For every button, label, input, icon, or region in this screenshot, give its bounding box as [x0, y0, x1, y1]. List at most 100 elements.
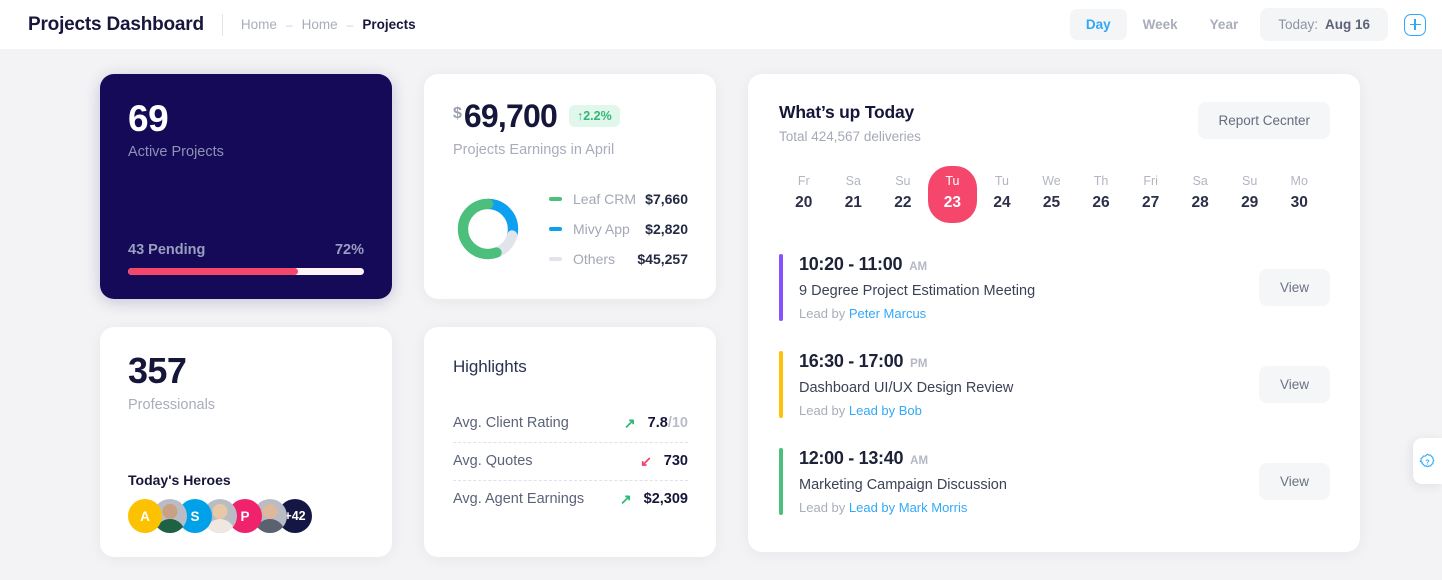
avatar-group: A S P +42 — [128, 499, 364, 533]
date-strip: Fr 20 Sa 21 Su 22 Tu 23 Tu 24 We 25 Th 26 Fri 27 Sa 28 Su 2… — [779, 166, 1330, 223]
column-right: What’s up Today Total 424,567 deliveries… — [748, 74, 1360, 557]
date-weekday: We — [1042, 174, 1061, 188]
date-chip-28[interactable]: Sa 28 — [1175, 166, 1225, 223]
active-projects-card: 69 Active Projects 43 Pending 72% — [100, 74, 392, 299]
progress-fill — [128, 268, 298, 275]
column-left: 69 Active Projects 43 Pending 72% 357 Pr… — [100, 74, 392, 557]
highlight-value: 730 — [663, 453, 688, 469]
highlights-title: Highlights — [453, 357, 527, 376]
legend-dash-icon — [549, 197, 562, 201]
legend-row: Leaf CRM $7,660 — [549, 184, 688, 214]
event-accent-bar — [779, 351, 783, 418]
date-weekday: Su — [895, 174, 911, 188]
date-number: 22 — [894, 194, 912, 211]
progress-track — [128, 268, 364, 275]
event-title: Marketing Campaign Discussion — [799, 477, 1007, 493]
help-tab[interactable]: ? — [1413, 438, 1442, 484]
legend-row: Others $45,257 — [549, 244, 688, 274]
earnings-change-badge: ↑2.2% — [568, 105, 620, 127]
question-badge-icon: ? — [1419, 453, 1435, 467]
event-lead-link[interactable]: Lead by Mark Morris — [849, 500, 967, 515]
event-time-row: 12:00 - 13:40 AM — [799, 448, 1007, 469]
event-lead: Lead by Lead by Bob — [799, 403, 922, 418]
header-controls: Day Week Year Today: Aug 16 — [1069, 8, 1426, 41]
date-chip-27[interactable]: Fri 27 — [1126, 166, 1176, 223]
date-chip-25[interactable]: We 25 — [1027, 166, 1077, 223]
event-time-row: 10:20 - 11:00 AM — [799, 254, 1035, 275]
highlight-value: 7.8/10 — [647, 415, 688, 431]
date-number: 25 — [1042, 194, 1061, 211]
currency-symbol: $ — [453, 105, 462, 122]
event-title: Dashboard UI/UX Design Review — [799, 380, 1014, 396]
highlight-label: Avg. Agent Earnings — [453, 491, 585, 507]
date-weekday: Tu — [945, 174, 960, 188]
earnings-card: $ 69,700 ↑2.2% Projects Earnings in Apri… — [424, 74, 716, 299]
event-time: 16:30 - 17:00 — [799, 351, 904, 371]
date-number: 23 — [943, 194, 962, 211]
event-lead-link[interactable]: Lead by Bob — [849, 403, 922, 418]
event-item: 12:00 - 13:40 AM Marketing Campaign Discus… — [779, 443, 1330, 520]
date-weekday: Sa — [1192, 174, 1208, 188]
event-details: 12:00 - 13:40 AM Marketing Campaign Discus… — [799, 448, 1007, 515]
event-meridiem: PM — [910, 358, 928, 370]
date-chip-30[interactable]: Mo 30 — [1274, 166, 1324, 223]
professionals-label: Professionals — [128, 396, 216, 413]
legend-value: $45,257 — [637, 251, 688, 267]
date-number: 29 — [1241, 194, 1259, 211]
plus-icon[interactable] — [1404, 13, 1426, 36]
highlight-label: Avg. Client Rating — [453, 415, 569, 431]
pending-label: 43 Pending — [128, 242, 206, 258]
todays-heroes-title: Today's Heroes — [128, 472, 231, 488]
breadcrumb-item-projects[interactable]: Projects — [362, 17, 415, 32]
view-button[interactable]: View — [1258, 269, 1330, 306]
column-middle: $ 69,700 ↑2.2% Projects Earnings in Apri… — [424, 74, 716, 557]
date-chip-22[interactable]: Su 22 — [878, 166, 928, 223]
highlight-label: Avg. Quotes — [453, 453, 533, 469]
legend-label: Others — [573, 251, 616, 267]
earnings-donut-chart — [457, 198, 519, 260]
event-item: 10:20 - 11:00 AM 9 Degree Project Estimati… — [779, 249, 1330, 326]
top-header: Projects Dashboard Home – Home – Project… — [0, 0, 1442, 49]
date-number: 26 — [1092, 194, 1110, 211]
date-chip-29[interactable]: Su 29 — [1225, 166, 1275, 223]
event-accent-bar — [779, 254, 783, 321]
date-number: 27 — [1141, 194, 1160, 211]
date-chip-21[interactable]: Sa 21 — [829, 166, 879, 223]
today-value: Aug 16 — [1324, 17, 1370, 32]
event-list: 10:20 - 11:00 AM 9 Degree Project Estimati… — [779, 249, 1330, 520]
view-button[interactable]: View — [1258, 463, 1330, 500]
view-button[interactable]: View — [1258, 366, 1330, 403]
avatar[interactable]: A — [128, 499, 162, 533]
date-weekday: Su — [1242, 174, 1258, 188]
tab-week[interactable]: Week — [1127, 9, 1194, 40]
date-chip-24[interactable]: Tu 24 — [977, 166, 1027, 223]
breadcrumb-item-home-1[interactable]: Home — [241, 17, 277, 32]
date-chip-23[interactable]: Tu 23 — [927, 166, 978, 223]
legend-value: $2,820 — [645, 221, 688, 237]
date-weekday: Tu — [994, 174, 1010, 188]
today-label: Today: — [1278, 17, 1318, 32]
dashboard-body: 69 Active Projects 43 Pending 72% 357 Pr… — [0, 49, 1442, 580]
today-date-selector[interactable]: Today: Aug 16 — [1260, 8, 1388, 41]
date-weekday: Sa — [845, 174, 861, 188]
pending-percent: 72% — [334, 242, 364, 258]
arrow-down-icon: ↙ — [640, 453, 652, 469]
report-center-button[interactable]: Report Cecnter — [1198, 102, 1330, 139]
date-chip-26[interactable]: Th 26 — [1076, 166, 1126, 223]
highlight-denominator: /10 — [667, 415, 688, 431]
breadcrumb-item-home-2[interactable]: Home — [302, 17, 338, 32]
event-item: 16:30 - 17:00 PM Dashboard UI/UX Design Re… — [779, 346, 1330, 423]
highlight-value: $2,309 — [643, 491, 688, 507]
event-lead-link[interactable]: Peter Marcus — [849, 306, 926, 321]
date-weekday: Fr — [797, 174, 810, 188]
legend-value: $7,660 — [645, 191, 688, 207]
legend-dash-icon — [549, 227, 562, 231]
earnings-header: $ 69,700 ↑2.2% — [453, 100, 688, 132]
whats-up-today-card: What’s up Today Total 424,567 deliveries… — [748, 74, 1360, 552]
legend-dash-icon — [549, 257, 562, 261]
date-number: 28 — [1191, 194, 1209, 211]
tab-year[interactable]: Year — [1194, 9, 1255, 40]
date-chip-20[interactable]: Fr 20 — [779, 166, 829, 223]
tab-day[interactable]: Day — [1069, 9, 1127, 40]
date-number: 24 — [993, 194, 1011, 211]
